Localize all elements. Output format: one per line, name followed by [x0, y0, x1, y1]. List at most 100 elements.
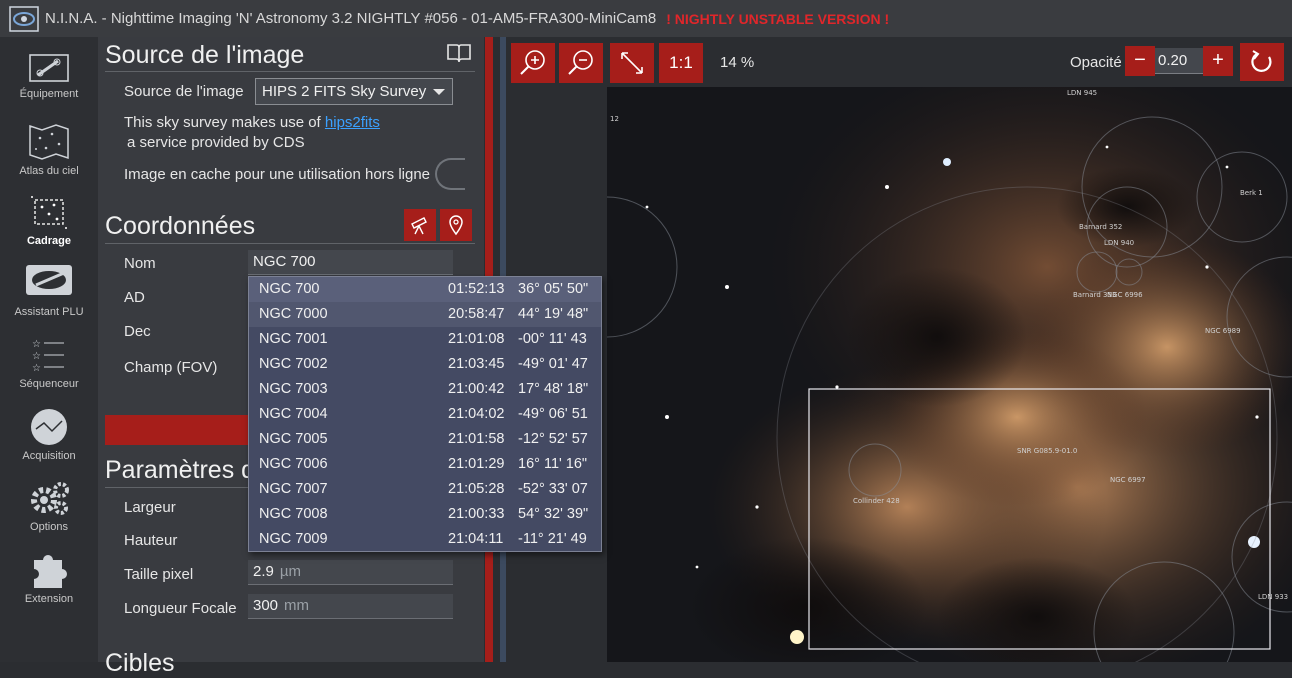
- sky-label: LDN 945: [1067, 89, 1097, 97]
- autocomplete-item[interactable]: NGC 7000 20:58:47 44° 19' 48": [249, 302, 601, 327]
- sky-label: NGC 6989: [1205, 327, 1241, 335]
- sky-survey-image[interactable]: LDN 945 Berk 1 Barnard 352 LDN 940 Barna…: [607, 87, 1292, 662]
- autocomplete-item[interactable]: NGC 7002 21:03:45 -49° 01' 47: [249, 352, 601, 377]
- nav-options[interactable]: Options: [0, 478, 98, 533]
- autocomplete-item[interactable]: NGC 7001 21:01:08 -00° 11' 43: [249, 327, 601, 352]
- focal-length-input[interactable]: 300 mm: [248, 594, 453, 619]
- nav-label: Acquisition: [22, 450, 76, 462]
- source-label: Source de l'image: [124, 83, 244, 100]
- nav-sequencer[interactable]: ☆ ☆ ☆ Séquenceur: [0, 335, 98, 390]
- autocomplete-item[interactable]: NGC 7007 21:05:28 -52° 33' 07: [249, 477, 601, 502]
- zoom-in-icon: [520, 50, 545, 75]
- object-ra: 20:58:47: [448, 306, 505, 322]
- nav-equipment[interactable]: Équipement: [0, 53, 98, 100]
- object-dec: 44° 19' 48": [518, 306, 589, 322]
- object-name: NGC 700: [259, 281, 320, 297]
- object-name: NGC 7007: [259, 481, 328, 497]
- fov-label: Champ (FOV): [124, 359, 218, 376]
- source-select[interactable]: HIPS 2 FITS Sky Survey: [255, 78, 453, 105]
- telescope-icon: [411, 217, 427, 235]
- nav-label: Atlas du ciel: [19, 165, 79, 177]
- nina-logo-icon: [9, 5, 39, 32]
- object-ra: 21:05:28: [448, 481, 505, 497]
- divider: [105, 243, 475, 244]
- sky-label: NGC 6996: [1107, 291, 1143, 299]
- sky-label: Barnard 352: [1079, 223, 1122, 231]
- object-name: NGC 7002: [259, 356, 328, 372]
- ra-label: AD: [124, 289, 145, 306]
- object-dec: -00° 11' 43: [518, 331, 587, 347]
- autocomplete-item[interactable]: NGC 7004 21:04:02 -49° 06' 51: [249, 402, 601, 427]
- title-bar: N.I.N.A. - Nighttime Imaging 'N' Astrono…: [0, 0, 1292, 37]
- autocomplete-item[interactable]: NGC 7005 21:01:58 -12° 52' 57: [249, 427, 601, 452]
- targets-heading: Cibles: [105, 649, 175, 677]
- sky-atlas-icon: [29, 124, 69, 160]
- object-dec: 54° 32' 39": [518, 506, 589, 522]
- width-label: Largeur: [124, 499, 176, 516]
- parameters-heading: Paramètres d: [105, 456, 256, 484]
- name-label: Nom: [124, 255, 156, 272]
- main-navigation: Équipement Atlas du ciel Cadrage Assista…: [0, 37, 98, 662]
- object-dec: 36° 05' 50": [518, 281, 589, 297]
- hips2fits-link[interactable]: hips2fits: [325, 114, 380, 131]
- object-name: NGC 7006: [259, 456, 328, 472]
- imaging-icon: [31, 409, 67, 445]
- rotate-icon: [1251, 50, 1272, 72]
- expand-arrows-icon: [621, 52, 643, 74]
- opacity-input[interactable]: 0.20: [1155, 48, 1203, 74]
- cache-label: Image en cache pour une utilisation hors…: [124, 166, 431, 183]
- flat-wizard-icon: [26, 265, 72, 295]
- survey-info-line: This sky survey makes use of hips2fits: [124, 114, 380, 131]
- object-ra: 21:00:33: [448, 506, 505, 522]
- actual-size-button[interactable]: 1:1: [659, 43, 703, 83]
- sky-label: Berk 1: [1240, 189, 1263, 197]
- fit-to-screen-button[interactable]: [610, 43, 654, 83]
- framing-icon: [31, 196, 67, 229]
- nav-framing[interactable]: Cadrage: [0, 192, 98, 247]
- gear-icon: [31, 482, 69, 515]
- nav-flat-wizard[interactable]: Assistant PLU: [0, 263, 98, 318]
- opacity-decrease-button[interactable]: −: [1125, 46, 1155, 76]
- sky-label: NGC 6997: [1110, 476, 1146, 484]
- autocomplete-item[interactable]: NGC 7003 21:00:42 17° 48' 18": [249, 377, 601, 402]
- location-button[interactable]: [440, 209, 472, 241]
- map-pin-icon: [449, 215, 463, 236]
- autocomplete-item[interactable]: NGC 7008 21:00:33 54° 32' 39": [249, 502, 601, 527]
- nav-label: Assistant PLU: [14, 306, 84, 318]
- pixel-size-input[interactable]: 2.9 µm: [248, 560, 453, 585]
- nav-label: Cadrage: [26, 235, 72, 247]
- cache-toggle[interactable]: [435, 158, 465, 190]
- sky-label: LDN 940: [1104, 239, 1134, 247]
- svg-text:☆: ☆: [32, 339, 41, 350]
- object-name: NGC 7000: [259, 306, 328, 322]
- telescope-coordinates-button[interactable]: [404, 209, 436, 241]
- autocomplete-item[interactable]: NGC 7009 21:04:11 -11° 21' 49: [249, 527, 601, 552]
- autocomplete-item[interactable]: NGC 700 01:52:13 36° 05' 50": [249, 277, 601, 302]
- autocomplete-item[interactable]: NGC 7006 21:01:29 16° 11' 16": [249, 452, 601, 477]
- source-select-value: HIPS 2 FITS Sky Survey: [262, 83, 427, 100]
- sky-label: Collinder 428: [853, 497, 900, 505]
- object-name: NGC 7004: [259, 406, 328, 422]
- opacity-label: Opacité: [1070, 54, 1122, 71]
- object-name: NGC 7001: [259, 331, 328, 347]
- survey-info-text: This sky survey makes use of: [124, 114, 325, 131]
- reset-rotation-button[interactable]: [1240, 43, 1284, 81]
- object-name: NGC 7008: [259, 506, 328, 522]
- pixel-size-label: Taille pixel: [124, 566, 194, 583]
- nav-label: Extension: [24, 593, 74, 605]
- nav-sky-atlas[interactable]: Atlas du ciel: [0, 122, 98, 177]
- object-name: NGC 7005: [259, 431, 328, 447]
- survey-info-suffix: a service provided by CDS: [127, 134, 305, 151]
- target-autocomplete-dropdown[interactable]: NGC 700 01:52:13 36° 05' 50" NGC 7000 20:58:…: [248, 276, 602, 552]
- object-ra: 21:01:29: [448, 456, 505, 472]
- nav-extension[interactable]: Extension: [0, 550, 98, 605]
- zoom-out-button[interactable]: [559, 43, 603, 83]
- nav-imaging[interactable]: Acquisition: [0, 407, 98, 462]
- book-icon[interactable]: [446, 43, 472, 63]
- zoom-in-button[interactable]: [511, 43, 555, 83]
- target-name-input[interactable]: NGC 700: [248, 250, 453, 275]
- focal-length-value: 300: [253, 597, 279, 614]
- object-ra: 21:00:42: [448, 381, 505, 397]
- object-ra: 21:04:11: [448, 531, 504, 547]
- opacity-increase-button[interactable]: +: [1203, 46, 1233, 76]
